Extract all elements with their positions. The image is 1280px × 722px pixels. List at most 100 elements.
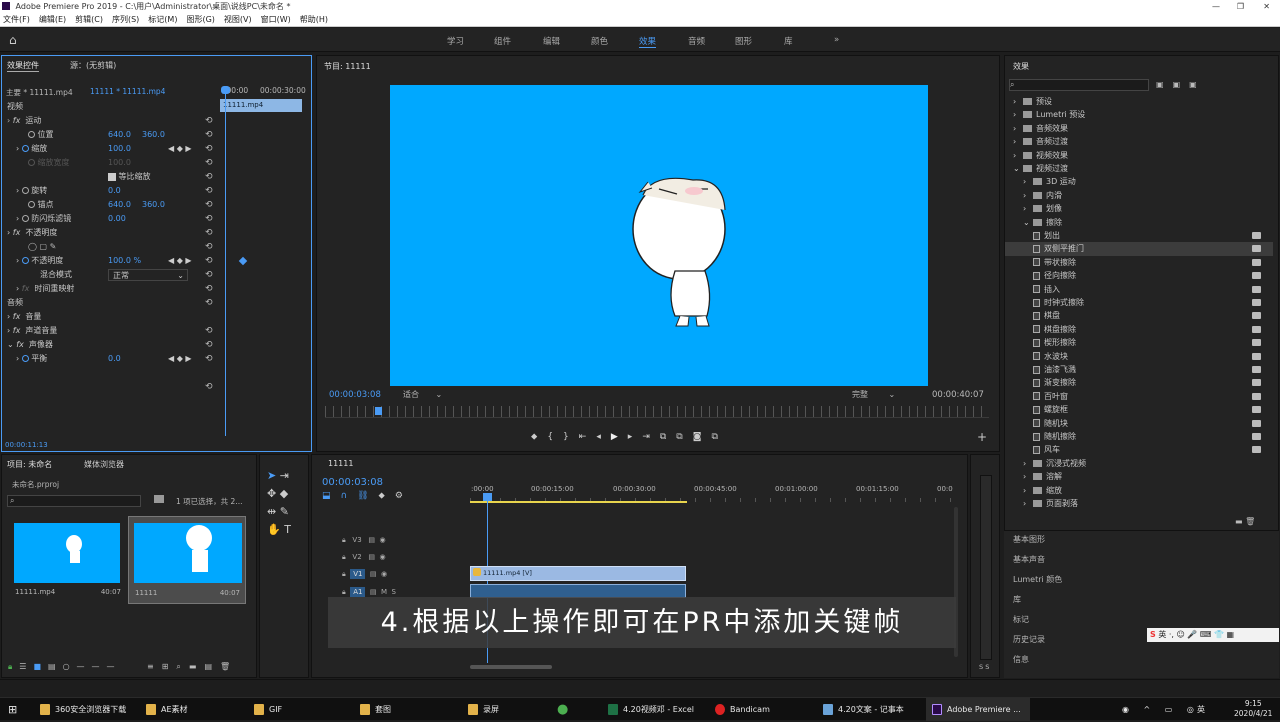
panel-libraries[interactable]: 库: [1013, 594, 1021, 605]
add-button-icon[interactable]: +: [977, 430, 987, 444]
effects-item[interactable]: 楔形擦除: [1005, 336, 1273, 349]
menu-edit[interactable]: 编辑(E): [39, 15, 66, 24]
track-v1[interactable]: 🔒︎ V1 ▤ ◉: [342, 566, 387, 582]
video-clip[interactable]: 11111.mp4 [V]: [470, 566, 686, 581]
lock-icon[interactable]: 🔒︎: [342, 570, 346, 578]
ec-playhead[interactable]: [225, 86, 226, 436]
channel-volume-label[interactable]: 声道音量: [25, 326, 57, 335]
tab-effect-controls[interactable]: 效果控件: [7, 60, 39, 72]
ws-graphics[interactable]: 图形: [735, 35, 752, 47]
sync-lock-icon[interactable]: ▤: [368, 536, 375, 544]
timeline-hscroll[interactable]: [470, 665, 552, 669]
ws-assembly[interactable]: 组件: [494, 35, 511, 47]
sync-lock-icon[interactable]: ▤: [370, 570, 377, 578]
taskbar-item[interactable]: Bandicam: [715, 698, 770, 721]
ws-audio[interactable]: 音频: [688, 35, 705, 47]
lock-icon[interactable]: 🔒︎: [342, 536, 346, 544]
effects-item[interactable]: 水波块: [1005, 350, 1273, 363]
motion-label[interactable]: 运动: [25, 116, 41, 125]
project-search-input[interactable]: ⌕: [7, 495, 141, 507]
stopwatch-active-icon[interactable]: [21, 145, 29, 152]
find-icon[interactable]: ⌕: [176, 662, 188, 671]
menu-help[interactable]: 帮助(H): [300, 15, 328, 24]
chevron-right-icon[interactable]: ›: [1023, 457, 1033, 470]
ws-learn[interactable]: 学习: [447, 35, 464, 47]
taskbar-item[interactable]: 360安全浏览器下载: [40, 698, 126, 721]
stopwatch-icon[interactable]: [28, 201, 35, 208]
sort-icon[interactable]: ≡: [147, 662, 162, 671]
tray-icons[interactable]: ◉ ^ ▭ ◎: [1122, 705, 1200, 714]
chevron-right-icon[interactable]: ›: [1023, 470, 1033, 483]
stopwatch-icon[interactable]: [21, 355, 29, 362]
chevron-down-icon[interactable]: ⌄: [1013, 162, 1023, 175]
panel-markers[interactable]: 标记: [1013, 614, 1029, 625]
position-x-value[interactable]: 640.0: [108, 128, 131, 142]
freeform-view-icon[interactable]: ▤: [48, 662, 63, 671]
slip-tool-icon[interactable]: ⇹: [267, 505, 276, 518]
effects-item[interactable]: 百叶窗: [1005, 390, 1273, 403]
time-remap-label[interactable]: 时间重映射: [34, 284, 74, 293]
go-to-out-icon[interactable]: ⇥: [642, 432, 660, 442]
lock-icon[interactable]: 🔒︎: [342, 588, 346, 596]
opacity-header[interactable]: 不透明度: [25, 228, 57, 237]
stopwatch-icon[interactable]: [28, 131, 35, 138]
video-frame[interactable]: [390, 85, 928, 386]
project-item-selected[interactable]: 11111 40:07: [128, 516, 246, 604]
rect-mask-icon[interactable]: ▢: [40, 242, 48, 251]
32bit-icon[interactable]: ▣: [1173, 80, 1190, 89]
chevron-down-icon[interactable]: ⌄: [1023, 216, 1033, 229]
home-icon[interactable]: ⌂: [9, 33, 17, 47]
ws-library[interactable]: 库: [784, 35, 793, 47]
add-marker-icon[interactable]: ⬥: [531, 432, 547, 442]
mark-out-icon[interactable]: }: [563, 432, 579, 442]
chevron-right-icon[interactable]: ›: [1013, 149, 1023, 162]
flicker-value[interactable]: 0.00: [108, 212, 126, 226]
lock-icon[interactable]: 🔒︎: [342, 553, 346, 561]
step-back-icon[interactable]: ◂: [596, 432, 611, 442]
sync-lock-icon[interactable]: ▤: [370, 588, 377, 596]
effects-item[interactable]: 渐变擦除: [1005, 376, 1273, 389]
tab-media-browser[interactable]: 媒体浏览器: [84, 459, 124, 470]
effects-folder[interactable]: › 内滑: [1005, 189, 1273, 202]
scale-value[interactable]: 100.0: [108, 142, 131, 156]
ime-toolbar[interactable]: S 英 ·, ☺ 🎤 ⌨ 👕 ▦: [1147, 628, 1279, 642]
new-bin-icon[interactable]: [154, 495, 164, 503]
fit-select[interactable]: 适合 ⌄: [403, 389, 455, 400]
sync-lock-icon[interactable]: ▤: [368, 553, 375, 561]
menu-marker[interactable]: 标记(M): [148, 15, 177, 24]
keyframe-diamond[interactable]: [238, 256, 248, 266]
program-playhead-timecode[interactable]: 00:00:03:08: [329, 390, 381, 400]
program-title[interactable]: 节目: 11111: [324, 61, 371, 72]
icon-view-icon[interactable]: ■: [33, 662, 48, 671]
ime-indicator[interactable]: 英: [1197, 698, 1205, 721]
effects-folder[interactable]: › 沉浸式视频: [1005, 457, 1273, 470]
ec-clip-bar[interactable]: 11111.mp4: [220, 99, 302, 112]
panel-essential-graphics[interactable]: 基本图形: [1013, 534, 1045, 545]
effects-folder[interactable]: › 音频过渡: [1005, 135, 1273, 148]
trash-icon[interactable]: 🗑︎: [220, 662, 238, 671]
menu-window[interactable]: 窗口(W): [261, 15, 291, 24]
zoom-slider[interactable]: ○———: [63, 662, 122, 671]
rotation-value[interactable]: 0.0: [108, 184, 121, 198]
export-frame-icon[interactable]: ◙: [693, 432, 712, 442]
extract-icon[interactable]: ⧉: [676, 432, 692, 442]
new-item-icon[interactable]: ▤: [204, 662, 220, 671]
chevron-right-icon[interactable]: ›: [1023, 175, 1033, 188]
linked-selection-icon[interactable]: ⛓: [357, 491, 378, 501]
stopwatch-active-icon[interactable]: [21, 257, 29, 264]
timeline-playhead-handle[interactable]: [483, 493, 492, 501]
effects-folder[interactable]: ⌄ 擦除: [1005, 216, 1273, 229]
menu-view[interactable]: 视图(V): [224, 15, 252, 24]
pen-mask-icon[interactable]: ✎: [50, 242, 57, 251]
program-ruler[interactable]: [325, 406, 989, 418]
master-clip-label[interactable]: 主要 * 11111.mp4: [6, 87, 73, 98]
effects-item[interactable]: 风车: [1005, 443, 1273, 456]
minimize-button[interactable]: —: [1212, 0, 1220, 13]
menu-graphics[interactable]: 图形(G): [186, 15, 214, 24]
effects-folder[interactable]: › 页面剥落: [1005, 497, 1273, 510]
chevron-right-icon[interactable]: ›: [1023, 484, 1033, 497]
stopwatch-icon[interactable]: [21, 215, 29, 222]
balance-value[interactable]: 0.0: [108, 352, 121, 366]
menu-clip[interactable]: 剪辑(C): [75, 15, 103, 24]
effects-item[interactable]: 时钟式擦除: [1005, 296, 1273, 309]
